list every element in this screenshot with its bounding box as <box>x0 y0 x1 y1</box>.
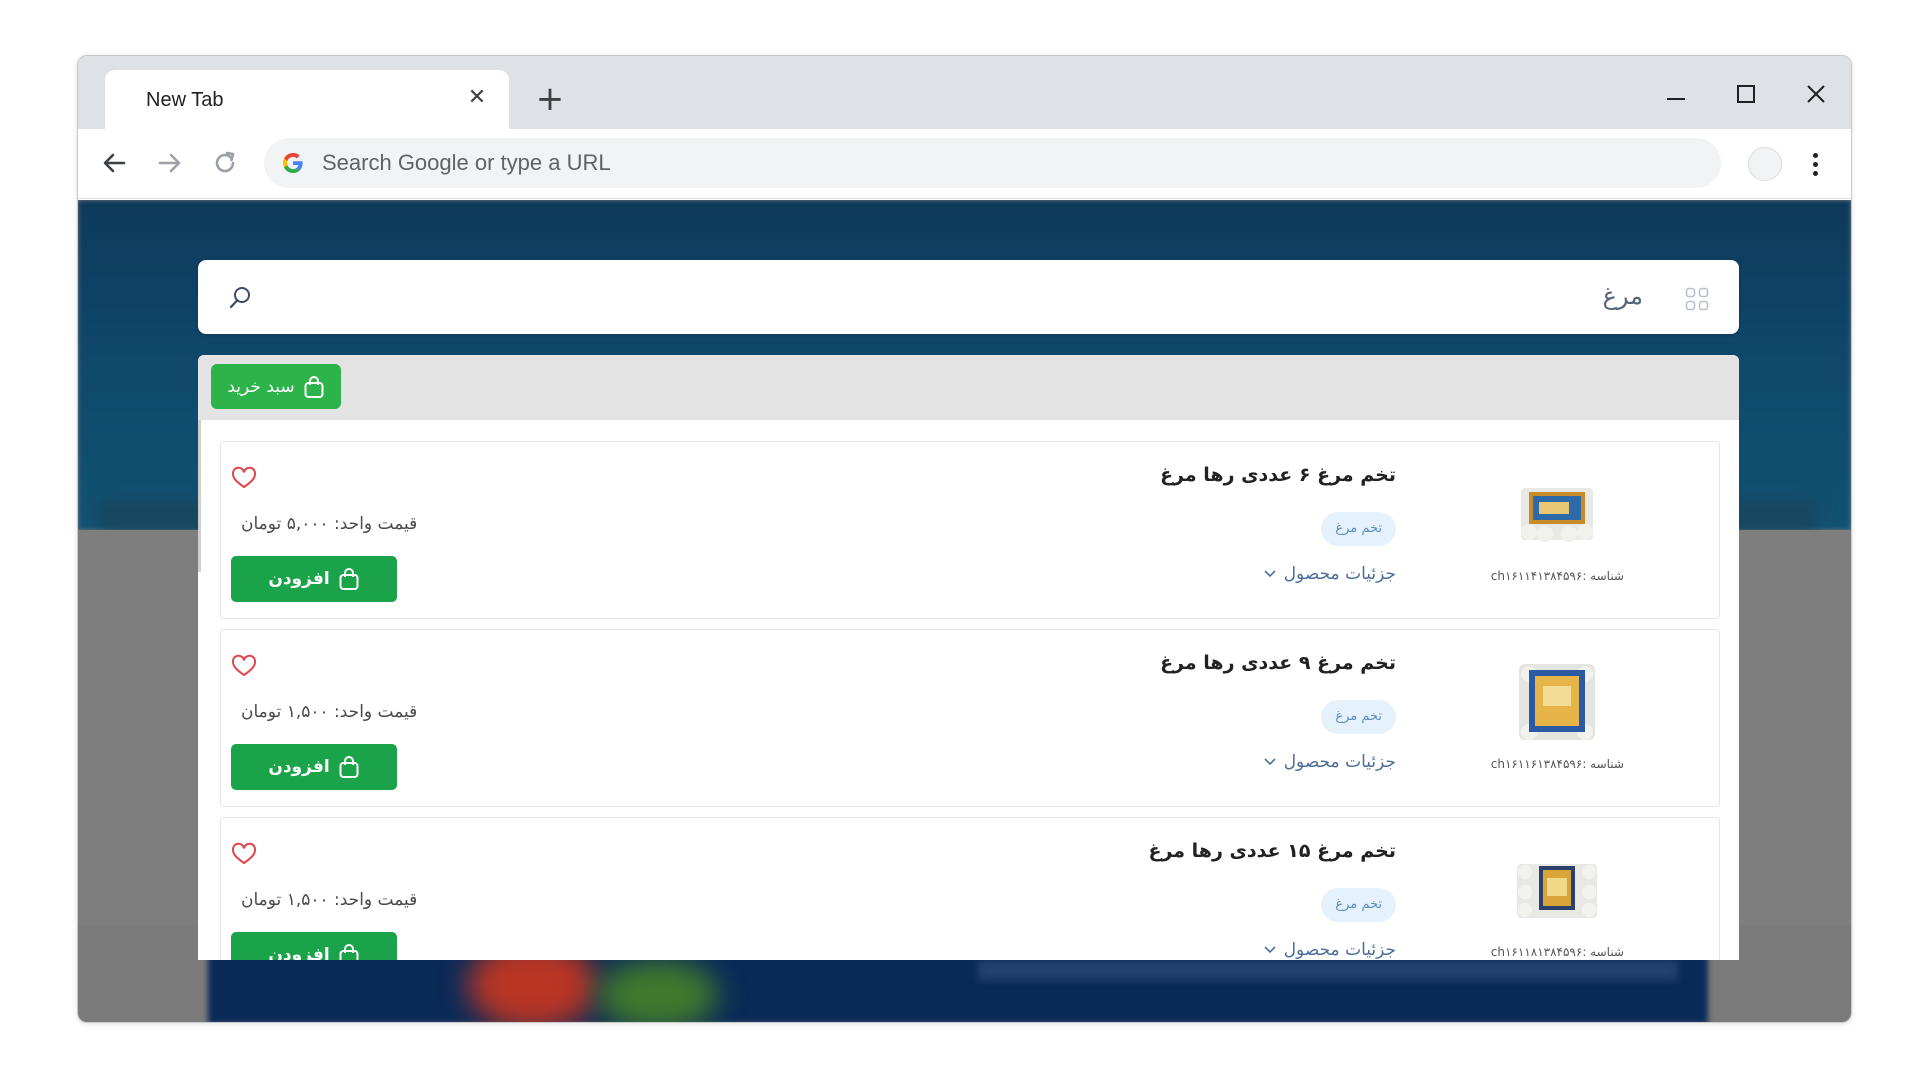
product-details-toggle[interactable]: جزئیات محصول <box>1264 940 1396 960</box>
minimize-icon[interactable] <box>1654 74 1698 114</box>
add-to-cart-button[interactable]: افزودن <box>231 744 397 790</box>
omnibox-input[interactable] <box>322 138 1702 188</box>
add-to-cart-button[interactable]: افزودن <box>231 556 397 602</box>
unit-price: قیمت واحد: ۵,۰۰۰ تومان <box>241 514 418 534</box>
search-results-panel: سبد خرید قیمت واحد: ۵,۰۰۰ تومان افزودن ت… <box>198 355 1739 960</box>
product-sku: شناسه :ch۱۶۱۱۴۱۳۸۴۵۹۶ <box>1490 569 1624 583</box>
profile-avatar[interactable] <box>1748 147 1782 181</box>
close-window-icon[interactable] <box>1794 74 1838 114</box>
shopping-cart-button[interactable]: سبد خرید <box>211 364 341 409</box>
shopping-bag-icon <box>339 568 359 590</box>
unit-price: قیمت واحد: ۱,۵۰۰ تومان <box>241 890 418 910</box>
product-image[interactable] <box>1515 848 1599 932</box>
favorite-heart-icon[interactable] <box>231 466 257 490</box>
shopping-bag-icon <box>339 944 359 960</box>
product-image[interactable] <box>1515 472 1599 556</box>
search-query-text[interactable]: مرغ <box>1603 282 1643 310</box>
tab-title: New Tab <box>146 89 224 111</box>
tab-new-tab[interactable]: New Tab ✕ <box>105 70 509 129</box>
cart-label: سبد خرید <box>227 376 295 397</box>
scrollbar[interactable] <box>198 420 201 572</box>
product-title[interactable]: تخم مرغ ۹ عددی رها مرغ <box>1160 652 1396 674</box>
background-decoration <box>598 960 718 1022</box>
tab-strip: New Tab ✕ + <box>78 56 1851 129</box>
product-title[interactable]: تخم مرغ ۶ عددی رها مرغ <box>1160 464 1396 486</box>
grid-menu-icon[interactable] <box>1685 287 1709 311</box>
product-image[interactable] <box>1515 660 1599 744</box>
add-to-cart-button[interactable]: افزودن <box>231 932 397 960</box>
background-decoration <box>978 960 1678 980</box>
shopping-bag-icon <box>339 756 359 778</box>
category-tag[interactable]: تخم مرغ <box>1321 512 1396 546</box>
reload-icon[interactable] <box>205 143 245 183</box>
google-g-icon <box>283 153 303 173</box>
results-header: سبد خرید <box>198 355 1739 420</box>
browser-menu-icon[interactable] <box>1800 146 1830 182</box>
page-viewport: مرغ سبد خرید قیمت واحد: ۵,۰۰۰ تومان افزو… <box>78 200 1851 1022</box>
chevron-down-icon <box>1264 946 1276 954</box>
product-details-toggle[interactable]: جزئیات محصول <box>1264 752 1396 772</box>
new-tab-button[interactable]: + <box>530 80 570 120</box>
product-details-toggle[interactable]: جزئیات محصول <box>1264 564 1396 584</box>
browser-toolbar <box>78 129 1851 199</box>
browser-window: New Tab ✕ + Search Google or type a URL … <box>77 55 1852 1023</box>
favorite-heart-icon[interactable] <box>231 842 257 866</box>
product-card: قیمت واحد: ۱,۵۰۰ تومان افزودن تخم مرغ ۱۵… <box>220 817 1720 960</box>
favorite-heart-icon[interactable] <box>231 654 257 678</box>
product-title[interactable]: تخم مرغ ۱۵ عددی رها مرغ <box>1148 840 1396 862</box>
search-icon[interactable] <box>226 284 254 312</box>
product-card: قیمت واحد: ۵,۰۰۰ تومان افزودن تخم مرغ ۶ … <box>220 441 1720 619</box>
forward-arrow-icon[interactable] <box>150 143 190 183</box>
tab-close-icon[interactable]: ✕ <box>463 84 491 112</box>
product-sku: شناسه :ch۱۶۱۱۸۱۳۸۴۵۹۶ <box>1490 945 1624 959</box>
chevron-down-icon <box>1264 570 1276 578</box>
chevron-down-icon <box>1264 758 1276 766</box>
category-tag[interactable]: تخم مرغ <box>1321 888 1396 922</box>
shopping-bag-icon <box>304 375 324 398</box>
omnibox[interactable] <box>264 138 1721 188</box>
unit-price: قیمت واحد: ۱,۵۰۰ تومان <box>241 702 418 722</box>
category-tag[interactable]: تخم مرغ <box>1321 700 1396 734</box>
product-sku: شناسه :ch۱۶۱۱۶۱۳۸۴۵۹۶ <box>1490 757 1624 771</box>
back-arrow-icon[interactable] <box>94 143 134 183</box>
product-card: قیمت واحد: ۱,۵۰۰ تومان افزودن تخم مرغ ۹ … <box>220 629 1720 807</box>
maximize-icon[interactable] <box>1724 74 1768 114</box>
product-search-box[interactable]: مرغ <box>198 260 1739 334</box>
